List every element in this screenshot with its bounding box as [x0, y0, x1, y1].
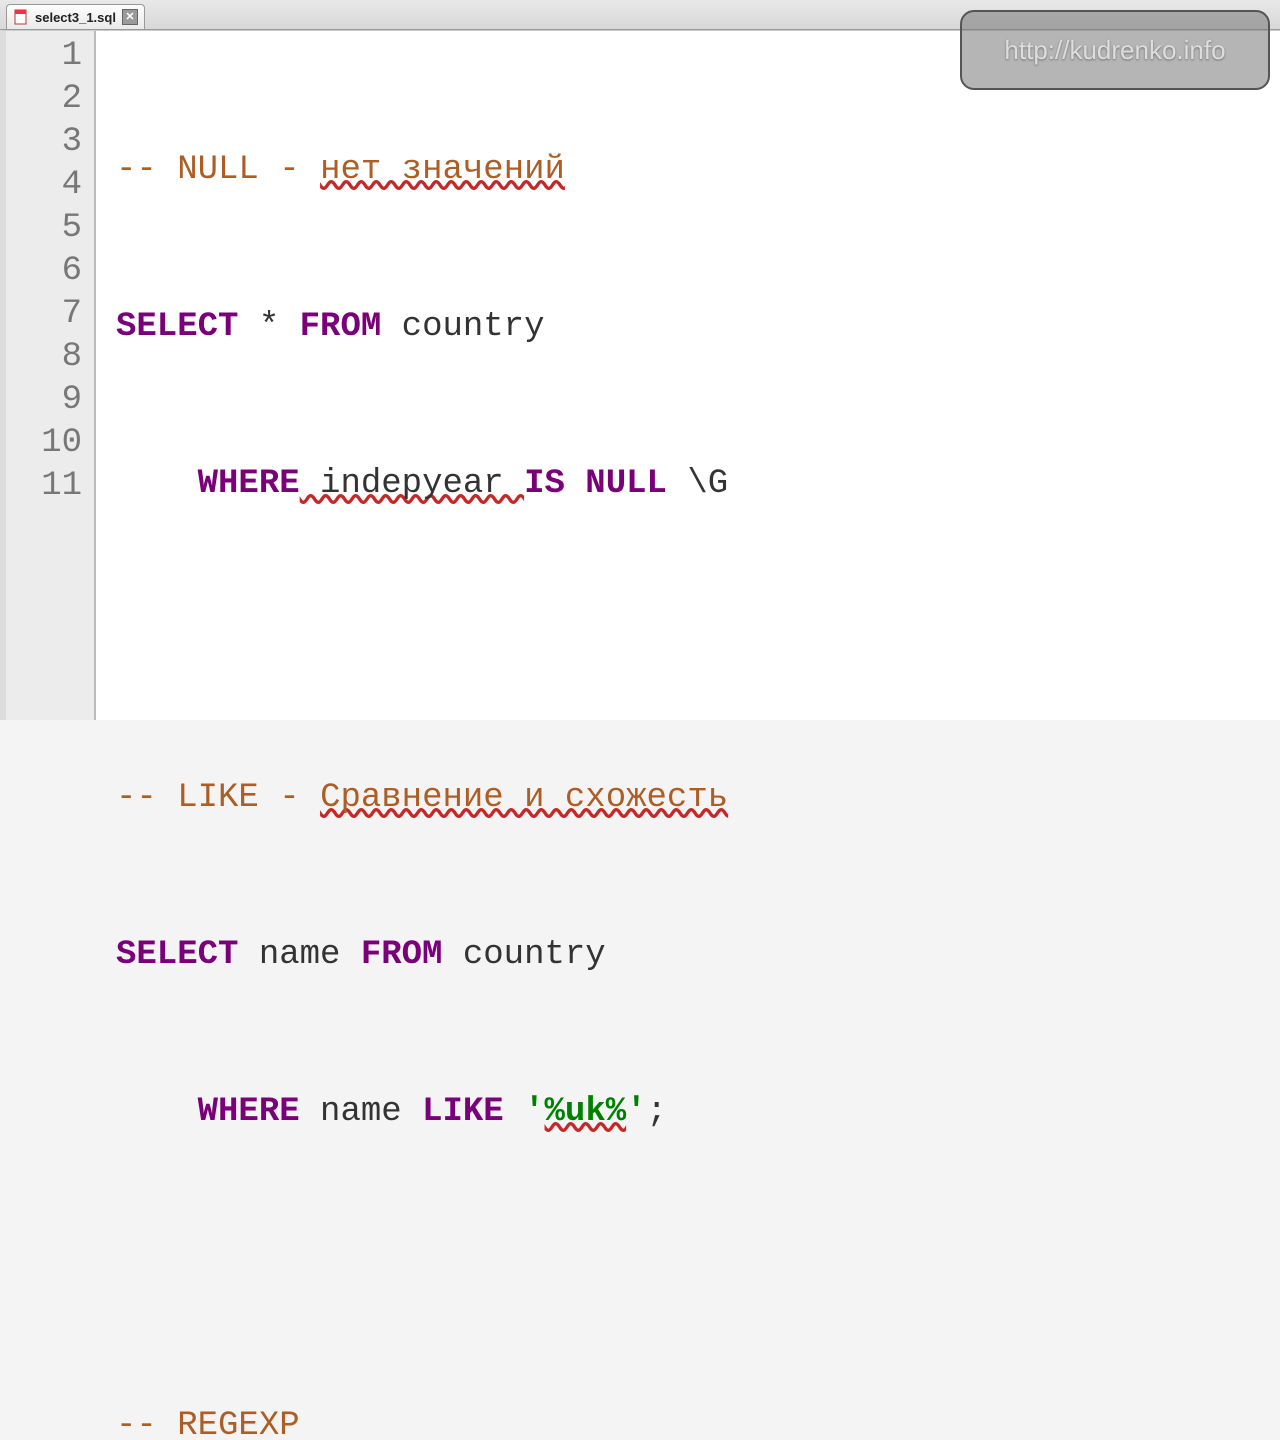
tab-filename: select3_1.sql	[35, 10, 116, 25]
line-number: 9	[6, 379, 82, 422]
editor: 1 2 3 4 5 6 7 8 9 10 11 -- NULL - нет зн…	[0, 30, 1280, 720]
line-number: 1	[6, 35, 82, 78]
file-tab[interactable]: select3_1.sql ✕	[6, 4, 145, 29]
line-number: 6	[6, 250, 82, 293]
code-line[interactable]	[116, 1248, 1280, 1291]
code-line[interactable]: SELECT name FROM country	[116, 934, 1280, 977]
code-line[interactable]: WHERE name LIKE '%uk%';	[116, 1091, 1280, 1134]
line-number: 5	[6, 207, 82, 250]
code-line[interactable]	[116, 620, 1280, 663]
sql-file-icon	[13, 9, 29, 25]
tab-bar: select3_1.sql ✕	[0, 0, 1280, 30]
line-number: 8	[6, 336, 82, 379]
line-number: 7	[6, 293, 82, 336]
line-number: 11	[6, 465, 82, 508]
code-line[interactable]: -- REGEXP	[116, 1405, 1280, 1440]
code-area[interactable]: -- NULL - нет значений SELECT * FROM cou…	[96, 31, 1280, 720]
line-number: 4	[6, 164, 82, 207]
line-number-gutter: 1 2 3 4 5 6 7 8 9 10 11	[6, 31, 96, 720]
code-line[interactable]: WHERE indepyear IS NULL \G	[116, 463, 1280, 506]
line-number: 10	[6, 422, 82, 465]
code-line[interactable]: -- LIKE - Сравнение и схожесть	[116, 777, 1280, 820]
code-line[interactable]: SELECT * FROM country	[116, 306, 1280, 349]
line-number: 3	[6, 121, 82, 164]
code-line[interactable]: -- NULL - нет значений	[116, 149, 1280, 192]
line-number: 2	[6, 78, 82, 121]
close-tab-button[interactable]: ✕	[122, 9, 138, 25]
